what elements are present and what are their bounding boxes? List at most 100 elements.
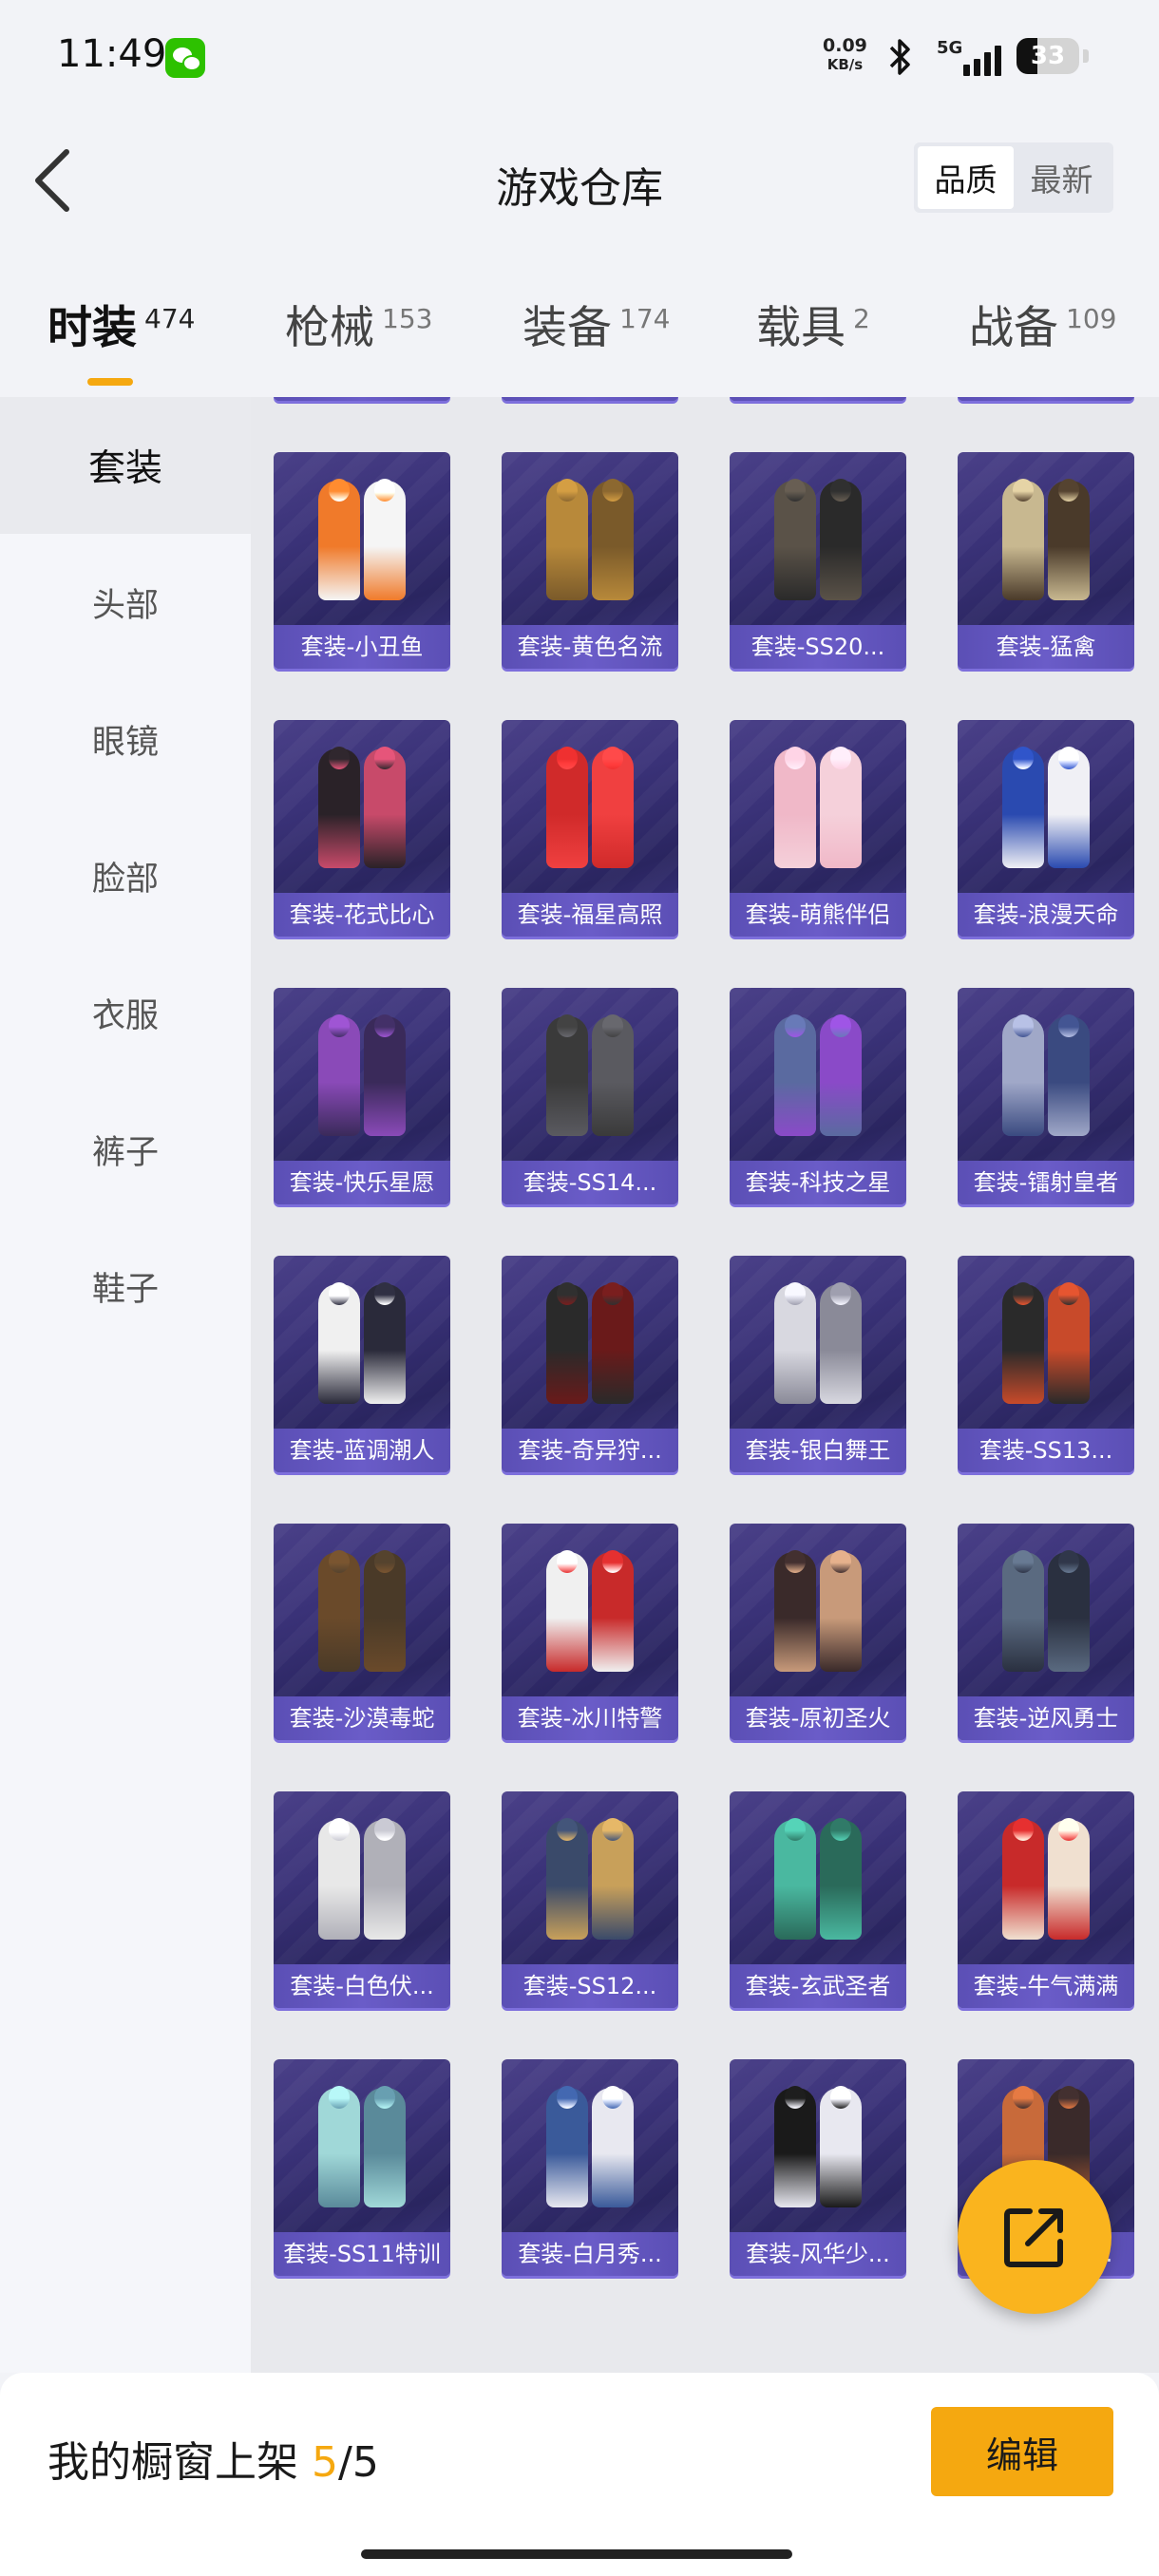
outfit-card[interactable]: 套装-白色伏... (274, 1791, 450, 2008)
home-indicator[interactable] (361, 2549, 792, 2559)
outfit-figure (364, 1016, 406, 1136)
outfit-card[interactable]: 套装-SS20... (730, 452, 906, 669)
outfit-card-label: 套装-福星高照 (502, 893, 678, 937)
outfit-thumbnail (305, 745, 419, 868)
outfit-figure (546, 748, 588, 868)
outfit-thumbnail (305, 1816, 419, 1940)
outfit-card[interactable]: 套装-玄武圣者 (730, 1791, 906, 2008)
sort-by-newest[interactable]: 最新 (1014, 146, 1110, 209)
tab-count: 2 (853, 303, 870, 334)
outfit-card[interactable]: 套装-镭射皇者 (958, 988, 1134, 1204)
edit-button[interactable]: 编辑 (931, 2407, 1113, 2496)
outfit-figure (774, 748, 816, 868)
outfit-figure (592, 2088, 634, 2207)
outfit-card-label: 套装-冰川特警 (502, 1696, 678, 1740)
outfit-card-label: 套装-SS11特训 (274, 2232, 450, 2276)
outfit-thumbnail (761, 1280, 875, 1404)
outfit-card[interactable]: 套装-SS12... (502, 1791, 678, 2008)
tab-fashion[interactable]: 时装 474 (48, 291, 195, 386)
outfit-card[interactable]: 套装-原初圣火 (730, 1524, 906, 1740)
outfit-figure (774, 1820, 816, 1940)
outfit-figure (364, 1820, 406, 1940)
outfit-card[interactable]: 套装-银白舞王 (730, 1256, 906, 1472)
sidebar-item-suits[interactable]: 套装 (0, 397, 251, 534)
sort-by-quality[interactable]: 品质 (918, 146, 1014, 209)
outfit-figure (1048, 481, 1090, 600)
share-button[interactable] (958, 2160, 1112, 2314)
outfit-thumbnail (761, 1548, 875, 1672)
outfit-card[interactable]: 套装-SS13... (958, 1256, 1134, 1472)
outfit-card[interactable]: 套装-黄色名流 (502, 452, 678, 669)
outfit-card[interactable]: 套装-SS21... (730, 397, 906, 401)
tab-count: 109 (1066, 303, 1117, 334)
outfit-card[interactable]: 套装-蓝调潮人 (274, 1256, 450, 1472)
outfit-figure (546, 2088, 588, 2207)
outfit-card[interactable]: 套装-福星高照 (502, 720, 678, 937)
outfit-card-label: 套装-原初圣火 (730, 1696, 906, 1740)
outfit-card[interactable]: 套装-奇异狩... (502, 1256, 678, 1472)
sidebar-item-shoes[interactable]: 鞋子 (0, 1218, 251, 1354)
tab-supplies[interactable]: 战备 109 (969, 291, 1116, 376)
outfit-card[interactable]: 套装-冰川特警 (502, 1524, 678, 1740)
outfit-figure (364, 1552, 406, 1672)
status-time: 11:49 (57, 32, 167, 76)
outfit-figure (592, 1284, 634, 1404)
tab-label: 战备 (969, 302, 1058, 354)
outfit-figure (820, 1820, 862, 1940)
showcase-label: 我的橱窗上架 (48, 2438, 312, 2487)
outfit-card-label: 套装-奇异狩... (502, 1429, 678, 1472)
outfit-card[interactable]: 套装-猛禽 (958, 452, 1134, 669)
tab-weapons[interactable]: 枪械 153 (285, 291, 432, 376)
sidebar-item-pants[interactable]: 裤子 (0, 1081, 251, 1218)
outfit-card[interactable]: 套装-白月秀... (502, 2059, 678, 2276)
network-type: 5G (937, 38, 963, 58)
outfit-figure (318, 1552, 360, 1672)
outfit-card[interactable]: 套装-沙漠毒蛇 (274, 1524, 450, 1740)
outfit-figure (1002, 1016, 1044, 1136)
outfit-card[interactable]: 套装-花式比心 (274, 720, 450, 937)
outfit-card[interactable]: 套装-萌熊伴侣 (730, 720, 906, 937)
sidebar-item-glasses[interactable]: 眼镜 (0, 671, 251, 807)
outfit-card[interactable]: 套装-娇憨猪猪 (502, 397, 678, 401)
tab-active-indicator (87, 378, 133, 386)
outfit-card[interactable]: 套装-逆风勇士 (958, 1524, 1134, 1740)
sidebar-item-clothes[interactable]: 衣服 (0, 944, 251, 1081)
outfit-figure (318, 481, 360, 600)
outfit-card[interactable]: 套装-科技之星 (730, 988, 906, 1204)
outfit-card[interactable]: 套装-SS11特训 (274, 2059, 450, 2276)
outfit-figure (1002, 481, 1044, 600)
outfit-card[interactable]: 套装-风华少... (730, 2059, 906, 2276)
tab-vehicles[interactable]: 载具 2 (756, 291, 870, 376)
battery-tip (1083, 49, 1089, 63)
tab-equipment[interactable]: 装备 174 (522, 291, 670, 376)
outfit-thumbnail (533, 2084, 647, 2207)
outfit-card[interactable]: 套装-幻世战... (958, 397, 1134, 401)
outfit-thumbnail (533, 745, 647, 868)
outfit-figure (1002, 1284, 1044, 1404)
tab-label: 装备 (522, 302, 612, 354)
sidebar-item-head[interactable]: 头部 (0, 534, 251, 671)
cellular-signal-icon: 5G (937, 38, 1001, 76)
outfit-card[interactable]: 套装-小丑鱼 (274, 452, 450, 669)
outfit-card-label: 套装-萌熊伴侣 (730, 893, 906, 937)
outfit-figure (1048, 1016, 1090, 1136)
outfit-figure (1002, 1552, 1044, 1672)
outfit-figure (546, 481, 588, 600)
outfit-card-label: 套装-科技之星 (730, 1161, 906, 1204)
outfit-thumbnail (533, 1013, 647, 1136)
outfit-figure (1002, 748, 1044, 868)
outfit-figure (820, 1016, 862, 1136)
outfit-card[interactable]: 套装-牛气满满 (958, 1791, 1134, 2008)
outfit-card-label: 套装-SS21... (730, 397, 906, 401)
showcase-status: 我的橱窗上架 5/5 (48, 2428, 379, 2489)
outfit-card[interactable]: 套装-浪漫天命 (958, 720, 1134, 937)
bluetooth-icon (889, 39, 910, 75)
outfit-card-label: 套装-逆风勇士 (958, 1696, 1134, 1740)
share-icon (1004, 2208, 1063, 2267)
outfit-card[interactable]: 套装-快乐星愿 (274, 988, 450, 1204)
sidebar-item-face[interactable]: 脸部 (0, 807, 251, 944)
outfit-card[interactable]: 套装-SS14... (502, 988, 678, 1204)
outfit-card[interactable]: 套装-萌趣咩咩 (274, 397, 450, 401)
outfit-card-label: 套装-SS20... (730, 625, 906, 669)
back-icon[interactable] (25, 142, 82, 218)
